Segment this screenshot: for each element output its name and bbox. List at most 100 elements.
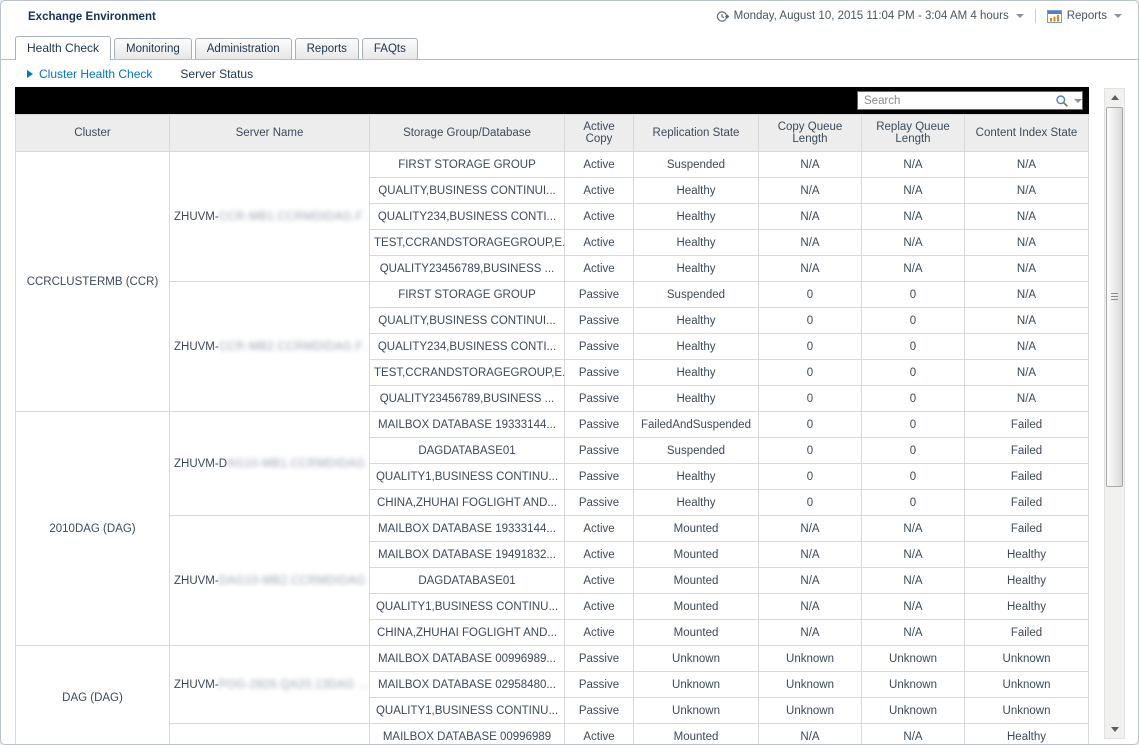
- time-range-chevron-down-icon[interactable]: [1016, 14, 1024, 18]
- replication-state-cell: Mounted: [634, 568, 759, 594]
- database-cell: QUALITY,BUSINESS CONTINUI...: [370, 308, 565, 334]
- column-header[interactable]: Copy Queue Length: [759, 115, 862, 152]
- column-header[interactable]: Storage Group/Database: [370, 115, 565, 152]
- active-copy-cell: Passive: [565, 308, 634, 334]
- database-cell: CHINA,ZHUHAI FOGLIGHT AND...: [370, 490, 565, 516]
- replication-state-cell: Unknown: [634, 698, 759, 724]
- active-copy-cell: Passive: [565, 412, 634, 438]
- column-header[interactable]: Active Copy: [565, 115, 634, 152]
- database-cell: TEST,CCRANDSTORAGEGROUP,E...: [370, 360, 565, 386]
- copy-queue-cell: 0: [759, 386, 862, 412]
- reports-menu[interactable]: Reports: [1047, 10, 1122, 23]
- reports-label: Reports: [1067, 10, 1107, 22]
- column-header[interactable]: Server Name: [170, 115, 370, 152]
- replication-state-cell: Healthy: [634, 178, 759, 204]
- tab-bar: Health CheckMonitoringAdministrationRepo…: [15, 37, 418, 60]
- active-copy-cell: Passive: [565, 282, 634, 308]
- replication-state-cell: Healthy: [634, 464, 759, 490]
- database-cell: MAILBOX DATABASE 02958480...: [370, 672, 565, 698]
- replay-queue-cell: N/A: [862, 516, 965, 542]
- replay-queue-cell: 0: [862, 386, 965, 412]
- tab-reports[interactable]: Reports: [295, 38, 359, 60]
- column-header[interactable]: Replication State: [634, 115, 759, 152]
- search-icon[interactable]: [1055, 94, 1069, 108]
- table-row: DAG (DAG)ZHUVM-POG-2926.QA20.13DAG ...MA…: [16, 646, 1089, 672]
- breadcrumb-link-cluster-health-check[interactable]: Cluster Health Check: [39, 67, 152, 81]
- server-name-cell: ZHUVM-DAG10-MB2.CCRMDIDAG ...: [170, 516, 370, 646]
- server-name-cell: [170, 724, 370, 745]
- scrollbar-thumb[interactable]: [1106, 107, 1123, 487]
- scroll-down-button[interactable]: [1105, 721, 1124, 738]
- scroll-up-button[interactable]: [1105, 89, 1124, 106]
- content-index-cell: Healthy: [965, 568, 1089, 594]
- replay-queue-cell: N/A: [862, 204, 965, 230]
- replication-state-cell: Healthy: [634, 490, 759, 516]
- search-input[interactable]: [858, 95, 1053, 107]
- replay-queue-cell: N/A: [862, 178, 965, 204]
- server-name-visible: ZHUVM-D: [174, 458, 227, 470]
- active-copy-cell: Active: [565, 178, 634, 204]
- content-index-cell: N/A: [965, 386, 1089, 412]
- copy-queue-cell: 0: [759, 438, 862, 464]
- table-row: ZHUVM-CCR-MB2.CCRMDIDAG.F ...FIRST STORA…: [16, 282, 1089, 308]
- replay-queue-cell: Unknown: [862, 646, 965, 672]
- replay-queue-cell: 0: [862, 490, 965, 516]
- copy-queue-cell: 0: [759, 282, 862, 308]
- database-cell: QUALITY1,BUSINESS CONTINU...: [370, 698, 565, 724]
- replication-state-cell: Mounted: [634, 620, 759, 646]
- copy-queue-cell: N/A: [759, 516, 862, 542]
- copy-queue-cell: N/A: [759, 178, 862, 204]
- tab-divider-line: [1, 59, 1138, 60]
- tab-monitoring[interactable]: Monitoring: [114, 38, 192, 60]
- tab-health-check[interactable]: Health Check: [15, 36, 111, 60]
- content-index-cell: N/A: [965, 360, 1089, 386]
- content-index-cell: Healthy: [965, 724, 1089, 745]
- active-copy-cell: Passive: [565, 360, 634, 386]
- content-index-cell: N/A: [965, 230, 1089, 256]
- time-range-label: Monday, August 10, 2015 11:04 PM - 3:04 …: [734, 10, 1009, 22]
- content-index-cell: N/A: [965, 308, 1089, 334]
- replication-state-cell: Healthy: [634, 230, 759, 256]
- replay-queue-cell: N/A: [862, 568, 965, 594]
- server-name-cell: ZHUVM-DAG10-MB1.CCRMDIDAG ..: [170, 412, 370, 516]
- column-header[interactable]: Replay Queue Length: [862, 115, 965, 152]
- column-header[interactable]: Content Index State: [965, 115, 1089, 152]
- replay-queue-cell: N/A: [862, 542, 965, 568]
- tab-administration[interactable]: Administration: [195, 38, 292, 60]
- search-options-chevron-down-icon[interactable]: [1074, 99, 1082, 103]
- copy-queue-cell: Unknown: [759, 646, 862, 672]
- replication-state-cell: Mounted: [634, 594, 759, 620]
- active-copy-cell: Active: [565, 256, 634, 282]
- database-cell: FIRST STORAGE GROUP: [370, 282, 565, 308]
- database-cell: MAILBOX DATABASE 19333144...: [370, 412, 565, 438]
- server-name-cell: ZHUVM-POG-2926.QA20.13DAG ...: [170, 646, 370, 724]
- replay-queue-cell: N/A: [862, 724, 965, 745]
- table-row: ZHUVM-DAG10-MB2.CCRMDIDAG ...MAILBOX DAT…: [16, 516, 1089, 542]
- copy-queue-cell: N/A: [759, 204, 862, 230]
- time-range-control[interactable]: Monday, August 10, 2015 11:04 PM - 3:04 …: [716, 10, 1024, 23]
- page-title: Exchange Environment: [28, 11, 156, 23]
- reports-chevron-down-icon[interactable]: [1114, 14, 1122, 18]
- replication-state-cell: Suspended: [634, 282, 759, 308]
- server-name-visible: ZHUVM-: [174, 575, 219, 587]
- table-row: 2010DAG (DAG)ZHUVM-DAG10-MB1.CCRMDIDAG .…: [16, 412, 1089, 438]
- active-copy-cell: Passive: [565, 464, 634, 490]
- database-cell: MAILBOX DATABASE 19333144...: [370, 516, 565, 542]
- vertical-scrollbar[interactable]: [1104, 88, 1125, 739]
- content-index-cell: Failed: [965, 438, 1089, 464]
- replay-queue-cell: 0: [862, 438, 965, 464]
- breadcrumb-item-server-status[interactable]: Server Status: [180, 67, 253, 81]
- copy-queue-cell: N/A: [759, 152, 862, 178]
- tab-faqts[interactable]: FAQts: [362, 38, 418, 60]
- clock-icon: [716, 10, 729, 23]
- replay-queue-cell: 0: [862, 308, 965, 334]
- copy-queue-cell: N/A: [759, 568, 862, 594]
- column-header[interactable]: Cluster: [16, 115, 170, 152]
- database-cell: CHINA,ZHUHAI FOGLIGHT AND...: [370, 620, 565, 646]
- health-table: ClusterServer NameStorage Group/Database…: [15, 114, 1089, 745]
- replay-queue-cell: Unknown: [862, 672, 965, 698]
- replication-state-cell: Healthy: [634, 334, 759, 360]
- database-cell: MAILBOX DATABASE 00996989...: [370, 646, 565, 672]
- replay-queue-cell: 0: [862, 412, 965, 438]
- database-cell: QUALITY1,BUSINESS CONTINU...: [370, 594, 565, 620]
